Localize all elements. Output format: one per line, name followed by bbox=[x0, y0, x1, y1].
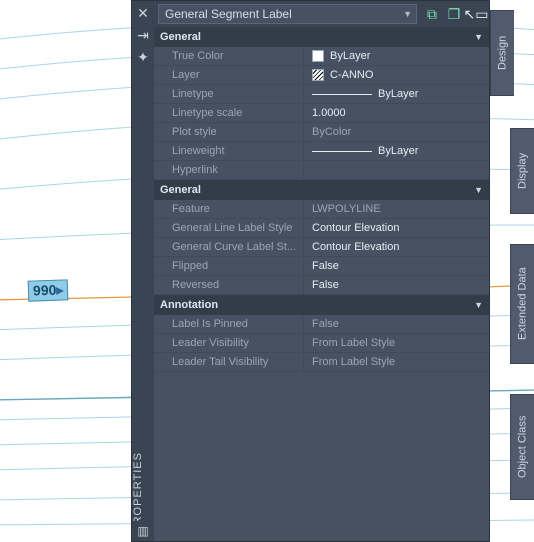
line-sample-icon bbox=[312, 151, 372, 152]
palette-gutter: ✕ ⇥ ✦ PROPERTIES ▥ bbox=[132, 1, 154, 541]
property-value-text: From Label Style bbox=[312, 337, 395, 349]
property-value-text: C-ANNO bbox=[330, 69, 373, 81]
property-label: Hyperlink bbox=[154, 161, 304, 179]
property-value[interactable]: ByLayer bbox=[304, 142, 489, 160]
close-icon[interactable]: ✕ bbox=[135, 5, 151, 21]
property-value[interactable]: ByLayer bbox=[304, 85, 489, 103]
property-value-text: ByLayer bbox=[330, 50, 370, 62]
property-row: Reversed False bbox=[154, 276, 489, 295]
property-value-text: False bbox=[312, 260, 339, 272]
property-value-text: From Label Style bbox=[312, 356, 395, 368]
property-label: Flipped bbox=[154, 257, 304, 275]
property-value-text: False bbox=[312, 318, 339, 330]
side-tab-strip: Design Display Extended Data Object Clas… bbox=[490, 0, 534, 542]
property-row: Leader Tail Visibility From Label Style bbox=[154, 353, 489, 372]
property-row: Hyperlink bbox=[154, 161, 489, 180]
property-label: Reversed bbox=[154, 276, 304, 294]
elevation-value: 990 bbox=[33, 282, 57, 299]
section-header[interactable]: General ▼ bbox=[154, 180, 489, 200]
property-label: Lineweight bbox=[154, 142, 304, 160]
property-row: General Line Label Style Contour Elevatio… bbox=[154, 219, 489, 238]
select-objects-icon[interactable]: ↖▭ bbox=[467, 5, 485, 23]
quick-select-icon[interactable]: ❐ bbox=[445, 5, 463, 23]
tab-object-class[interactable]: Object Class bbox=[510, 394, 534, 500]
property-label: Label Is Pinned bbox=[154, 315, 304, 333]
property-value-text: ByLayer bbox=[378, 145, 418, 157]
property-value[interactable]: From Label Style bbox=[304, 353, 489, 371]
property-label: Feature bbox=[154, 200, 304, 218]
property-value[interactable]: Contour Elevation bbox=[304, 238, 489, 256]
line-sample-icon bbox=[312, 94, 372, 95]
section-header[interactable]: General ▼ bbox=[154, 27, 489, 47]
property-value-text: ByLayer bbox=[378, 88, 418, 100]
tab-extended-data[interactable]: Extended Data bbox=[510, 244, 534, 364]
palette-content: General Segment Label ▼ ⧉ ❐ ↖▭ General ▼ T… bbox=[154, 1, 489, 541]
section-title: Annotation bbox=[160, 299, 218, 311]
property-value[interactable]: False bbox=[304, 276, 489, 294]
contour-elevation-label[interactable]: 990▸ bbox=[28, 279, 69, 301]
property-value-text: ByColor bbox=[312, 126, 351, 138]
property-label: Linetype bbox=[154, 85, 304, 103]
pim-icon[interactable]: ▥ bbox=[132, 521, 154, 541]
property-value[interactable] bbox=[304, 161, 489, 179]
object-type-label: General Segment Label bbox=[165, 7, 292, 21]
property-value[interactable]: False bbox=[304, 257, 489, 275]
chevron-down-icon: ▼ bbox=[403, 9, 412, 19]
section-title: General bbox=[160, 184, 201, 196]
chevron-down-icon: ▼ bbox=[474, 300, 483, 310]
property-value[interactable]: From Label Style bbox=[304, 334, 489, 352]
property-row: General Curve Label St... Contour Elevati… bbox=[154, 238, 489, 257]
property-label: True Color bbox=[154, 47, 304, 65]
properties-palette: ✕ ⇥ ✦ PROPERTIES ▥ General Segment Label… bbox=[131, 0, 490, 542]
property-row: Feature LWPOLYLINE bbox=[154, 200, 489, 219]
section-header[interactable]: Annotation ▼ bbox=[154, 295, 489, 315]
property-row: True Color ByLayer bbox=[154, 47, 489, 66]
property-label: Layer bbox=[154, 66, 304, 84]
property-label: General Curve Label St... bbox=[154, 238, 304, 256]
property-value[interactable]: False bbox=[304, 315, 489, 333]
property-value[interactable]: ByColor bbox=[304, 123, 489, 141]
object-type-selector[interactable]: General Segment Label ▼ bbox=[158, 4, 417, 24]
property-label: Leader Tail Visibility bbox=[154, 353, 304, 371]
tab-design[interactable]: Design bbox=[490, 10, 514, 96]
color-swatch-icon bbox=[312, 50, 324, 62]
property-value[interactable]: C-ANNO bbox=[304, 66, 489, 84]
property-row: Label Is Pinned False bbox=[154, 315, 489, 334]
property-label: Leader Visibility bbox=[154, 334, 304, 352]
property-row: Plot style ByColor bbox=[154, 123, 489, 142]
section-title: General bbox=[160, 31, 201, 43]
property-value[interactable]: LWPOLYLINE bbox=[304, 200, 489, 218]
property-value-text: Contour Elevation bbox=[312, 222, 399, 234]
property-row: Lineweight ByLayer bbox=[154, 142, 489, 161]
property-row: Linetype ByLayer bbox=[154, 85, 489, 104]
options-icon[interactable]: ✦ bbox=[135, 49, 151, 65]
property-value-text: Contour Elevation bbox=[312, 241, 399, 253]
tab-display[interactable]: Display bbox=[510, 128, 534, 214]
chevron-down-icon: ▼ bbox=[474, 185, 483, 195]
chevron-down-icon: ▼ bbox=[474, 32, 483, 42]
layer-swatch-icon bbox=[312, 69, 324, 81]
property-row: Linetype scale 1.0000 bbox=[154, 104, 489, 123]
property-label: Linetype scale bbox=[154, 104, 304, 122]
property-label: General Line Label Style bbox=[154, 219, 304, 237]
dock-toggle-icon[interactable]: ⇥ bbox=[135, 27, 151, 43]
arrow-icon: ▸ bbox=[56, 281, 64, 297]
property-value-text: LWPOLYLINE bbox=[312, 203, 381, 215]
property-value-text: 1.0000 bbox=[312, 107, 346, 119]
property-value[interactable]: 1.0000 bbox=[304, 104, 489, 122]
toggle-pim-icon[interactable]: ⧉ bbox=[423, 5, 441, 23]
property-label: Plot style bbox=[154, 123, 304, 141]
property-value[interactable]: ByLayer bbox=[304, 47, 489, 65]
property-value[interactable]: Contour Elevation bbox=[304, 219, 489, 237]
palette-header: General Segment Label ▼ ⧉ ❐ ↖▭ bbox=[154, 1, 489, 27]
property-row: Leader Visibility From Label Style bbox=[154, 334, 489, 353]
property-row: Flipped False bbox=[154, 257, 489, 276]
property-grid: General ▼ True Color ByLayer Layer C-ANNO Line… bbox=[154, 27, 489, 541]
property-value-text: False bbox=[312, 279, 339, 291]
property-row: Layer C-ANNO bbox=[154, 66, 489, 85]
